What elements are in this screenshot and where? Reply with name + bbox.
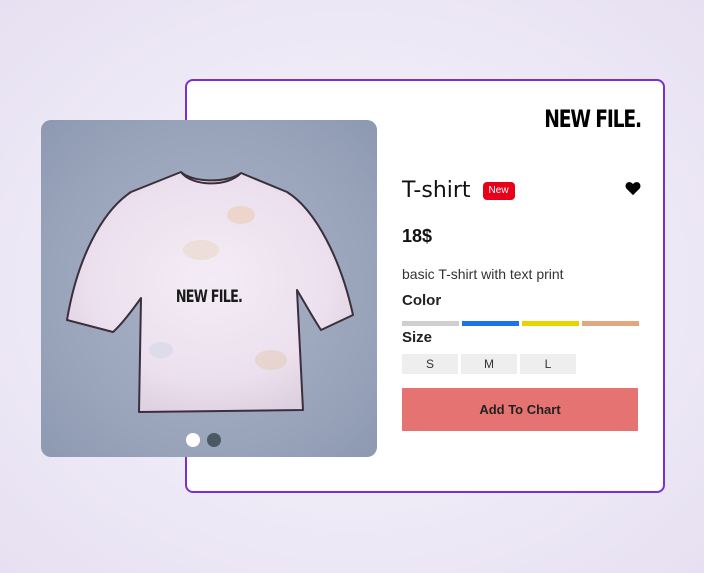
color-swatch-yellow[interactable] [522, 321, 579, 326]
add-to-cart-button[interactable]: Add To Chart [402, 388, 638, 431]
size-button-m[interactable]: M [461, 354, 517, 374]
size-button-s[interactable]: S [402, 354, 458, 374]
shirt-print-text: NEW FILE. [175, 287, 243, 307]
heart-icon[interactable] [625, 181, 641, 196]
size-options: S M L [402, 354, 576, 374]
product-price: 18$ [402, 226, 433, 246]
color-swatch-blue[interactable] [462, 321, 519, 326]
size-label: Size [402, 329, 433, 346]
size-button-l[interactable]: L [520, 354, 576, 374]
product-image: NEW FILE. [41, 120, 377, 457]
new-badge: New [482, 181, 515, 200]
carousel-dot-2[interactable] [207, 433, 221, 447]
color-label: Color [402, 292, 442, 309]
title-row: T-shirt New [402, 178, 515, 203]
product-description: basic T-shirt with text print [402, 266, 564, 282]
brand-logo: NEW FILE. [544, 105, 642, 133]
color-swatch-gray[interactable] [402, 321, 459, 326]
color-swatches [402, 321, 639, 326]
carousel-dots [186, 433, 221, 447]
color-swatch-tan[interactable] [582, 321, 639, 326]
carousel-dot-1[interactable] [186, 433, 200, 447]
product-title: T-shirt [402, 178, 471, 203]
